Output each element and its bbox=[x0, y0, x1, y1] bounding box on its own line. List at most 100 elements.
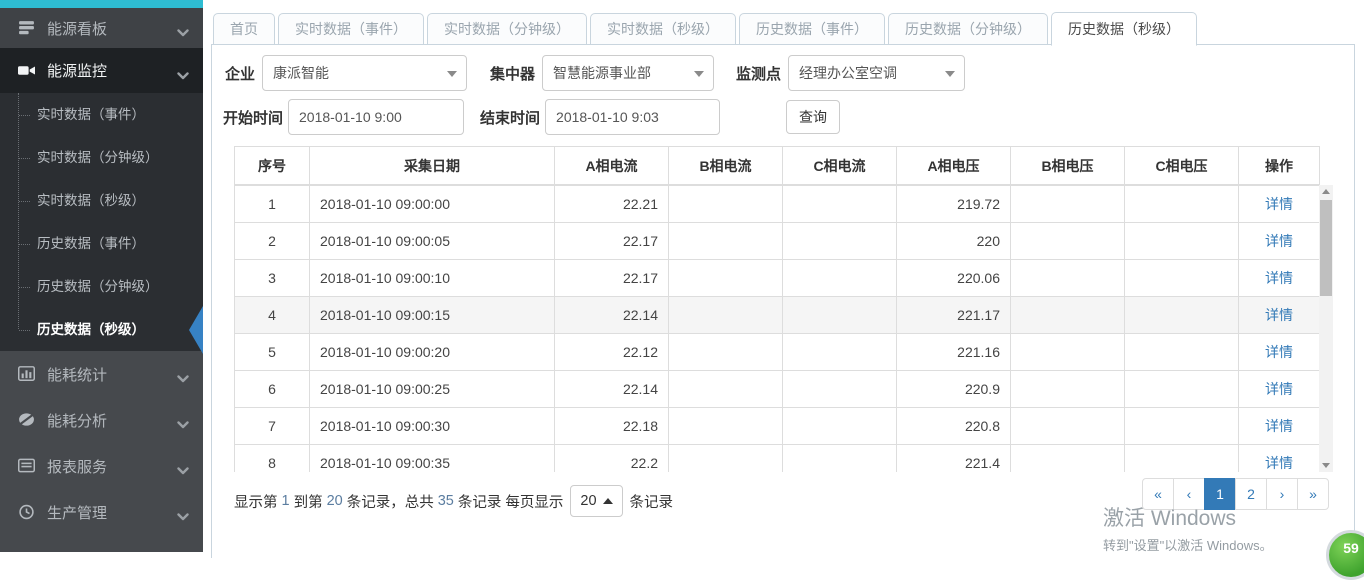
cell-date: 2018-01-10 09:00:35 bbox=[310, 445, 555, 473]
scroll-down-icon[interactable] bbox=[1319, 459, 1333, 472]
table-row: 2 2018-01-10 09:00:05 22.17 220 详情 bbox=[235, 223, 1320, 260]
tab-history-minute[interactable]: 历史数据（分钟级） bbox=[888, 13, 1048, 45]
chevron-down-icon bbox=[177, 370, 189, 378]
cell-voltage-b bbox=[1011, 260, 1125, 297]
info-text: 条记录 bbox=[630, 491, 674, 512]
sidebar-item-energy-monitoring[interactable]: 能源监控 bbox=[0, 48, 203, 93]
scroll-up-icon[interactable] bbox=[1319, 185, 1333, 198]
page-1-button[interactable]: 1 bbox=[1204, 478, 1236, 510]
enterprise-select[interactable]: 康派智能 bbox=[262, 55, 467, 91]
tab-history-event[interactable]: 历史数据（事件） bbox=[739, 13, 885, 45]
cell-current-a: 22.17 bbox=[555, 260, 669, 297]
cell-current-b bbox=[669, 334, 783, 371]
sidebar-item-realtime-minute[interactable]: 实时数据（分钟级） bbox=[0, 136, 203, 179]
page-prev-button[interactable]: ‹ bbox=[1173, 478, 1205, 510]
sidebar-submenu: 实时数据（事件） 实时数据（分钟级） 实时数据（秒级） 历史数据（事件） 历史数… bbox=[0, 93, 203, 351]
cell-voltage-b bbox=[1011, 408, 1125, 445]
cell-current-a: 22.21 bbox=[555, 186, 669, 223]
cell-voltage-b bbox=[1011, 445, 1125, 473]
detail-link[interactable]: 详情 bbox=[1265, 270, 1293, 286]
sidebar-item-realtime-event[interactable]: 实时数据（事件） bbox=[0, 93, 203, 136]
cell-voltage-c bbox=[1125, 260, 1239, 297]
scrollbar-thumb[interactable] bbox=[1320, 200, 1332, 296]
sidebar-item-energy-analysis[interactable]: 能耗分析 bbox=[0, 397, 203, 443]
sidebar-item-energy-statistics[interactable]: 能耗统计 bbox=[0, 351, 203, 397]
detail-link[interactable]: 详情 bbox=[1265, 418, 1293, 434]
page-next-button[interactable]: › bbox=[1266, 478, 1298, 510]
cell-no: 5 bbox=[235, 334, 310, 371]
sidebar-item-history-second[interactable]: 历史数据（秒级） bbox=[0, 308, 203, 351]
chevron-down-icon bbox=[177, 508, 189, 516]
cell-current-a: 22.17 bbox=[555, 223, 669, 260]
sidebar-item-production-management[interactable]: 生产管理 bbox=[0, 489, 203, 535]
page-2-button[interactable]: 2 bbox=[1235, 478, 1267, 510]
cell-voltage-a: 219.72 bbox=[897, 186, 1011, 223]
cell-voltage-c bbox=[1125, 408, 1239, 445]
col-header-current-c: C相电流 bbox=[783, 147, 897, 185]
detail-link[interactable]: 详情 bbox=[1265, 233, 1293, 249]
info-text: 到第 bbox=[294, 491, 323, 512]
cell-no: 8 bbox=[235, 445, 310, 473]
page-first-button[interactable]: « bbox=[1142, 478, 1174, 510]
detail-link[interactable]: 详情 bbox=[1265, 455, 1293, 471]
cell-voltage-a: 220 bbox=[897, 223, 1011, 260]
info-total: 35 bbox=[438, 493, 454, 509]
sidebar-item-history-event[interactable]: 历史数据（事件） bbox=[0, 222, 203, 265]
speed-badge[interactable]: 59 bbox=[1326, 530, 1364, 580]
cell-no: 1 bbox=[235, 186, 310, 223]
table-scrollbar[interactable] bbox=[1319, 185, 1333, 472]
table-row: 5 2018-01-10 09:00:20 22.12 221.16 详情 bbox=[235, 334, 1320, 371]
tab-history-second[interactable]: 历史数据（秒级） bbox=[1051, 12, 1197, 46]
cell-voltage-c bbox=[1125, 445, 1239, 473]
cell-voltage-c bbox=[1125, 334, 1239, 371]
query-button[interactable]: 查询 bbox=[786, 100, 840, 134]
page-last-button[interactable]: » bbox=[1297, 478, 1329, 510]
sidebar-item-label: 能耗分析 bbox=[47, 410, 177, 431]
sidebar: 能源看板 能源监控 实时数据（事件） 实时数据（分钟级） 实时数据（秒级） 历史… bbox=[0, 0, 203, 552]
filter-row-2: 开始时间 结束时间 bbox=[212, 98, 720, 136]
start-time-input[interactable] bbox=[288, 99, 464, 135]
detail-link[interactable]: 详情 bbox=[1265, 196, 1293, 212]
table-row: 3 2018-01-10 09:00:10 22.17 220.06 详情 bbox=[235, 260, 1320, 297]
tab-home[interactable]: 首页 bbox=[213, 13, 275, 45]
data-table: 序号 采集日期 A相电流 B相电流 C相电流 A相电压 B相电压 C相电压 操作… bbox=[234, 146, 1333, 472]
concentrator-select[interactable]: 智慧能源事业部 bbox=[542, 55, 714, 91]
cell-current-a: 22.2 bbox=[555, 445, 669, 473]
chevron-down-icon bbox=[177, 416, 189, 424]
cell-date: 2018-01-10 09:00:30 bbox=[310, 408, 555, 445]
tab-realtime-event[interactable]: 实时数据（事件） bbox=[278, 13, 424, 45]
detail-link[interactable]: 详情 bbox=[1265, 344, 1293, 360]
cell-voltage-b bbox=[1011, 223, 1125, 260]
cell-voltage-a: 221.16 bbox=[897, 334, 1011, 371]
cell-date: 2018-01-10 09:00:25 bbox=[310, 371, 555, 408]
cell-current-b bbox=[669, 408, 783, 445]
sidebar-item-realtime-second[interactable]: 实时数据（秒级） bbox=[0, 179, 203, 222]
detail-link[interactable]: 详情 bbox=[1265, 381, 1293, 397]
table-row: 7 2018-01-10 09:00:30 22.18 220.8 详情 bbox=[235, 408, 1320, 445]
cell-voltage-b bbox=[1011, 297, 1125, 334]
sidebar-item-report-service[interactable]: 报表服务 bbox=[0, 443, 203, 489]
monitor-point-select[interactable]: 经理办公室空调 bbox=[788, 55, 965, 91]
detail-link[interactable]: 详情 bbox=[1265, 307, 1293, 323]
cell-no: 2 bbox=[235, 223, 310, 260]
sidebar-item-label: 能源看板 bbox=[47, 18, 177, 39]
sidebar-item-energy-dashboard[interactable]: 能源看板 bbox=[0, 8, 203, 48]
submenu-label: 实时数据（分钟级） bbox=[37, 150, 159, 165]
cell-current-b bbox=[669, 223, 783, 260]
info-text: 显示第 bbox=[234, 491, 278, 512]
col-header-voltage-b: B相电压 bbox=[1011, 147, 1125, 185]
cell-current-a: 22.18 bbox=[555, 408, 669, 445]
cell-date: 2018-01-10 09:00:00 bbox=[310, 186, 555, 223]
page-size-select[interactable]: 20 bbox=[570, 485, 622, 517]
end-time-input[interactable] bbox=[545, 99, 720, 135]
info-text: 条记录，总共 bbox=[347, 491, 434, 512]
cell-current-b bbox=[669, 297, 783, 334]
sidebar-item-label: 能源监控 bbox=[47, 60, 177, 81]
sidebar-item-history-minute[interactable]: 历史数据（分钟级） bbox=[0, 265, 203, 308]
sidebar-item-label: 生产管理 bbox=[47, 502, 177, 523]
cell-voltage-b bbox=[1011, 186, 1125, 223]
tab-realtime-minute[interactable]: 实时数据（分钟级） bbox=[427, 13, 587, 45]
tab-realtime-second[interactable]: 实时数据（秒级） bbox=[590, 13, 736, 45]
cell-current-b bbox=[669, 260, 783, 297]
caret-down-icon bbox=[447, 71, 457, 77]
